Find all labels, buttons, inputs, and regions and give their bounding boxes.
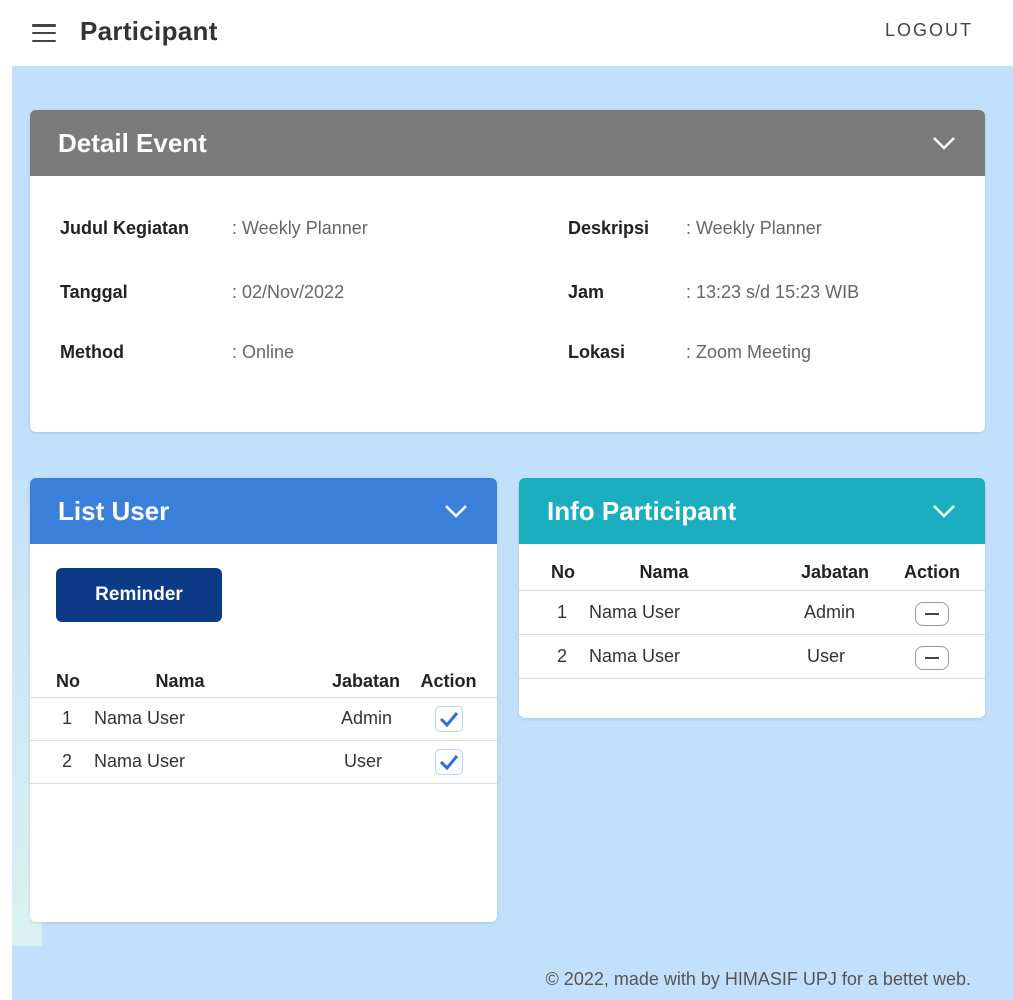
page-title: Participant [80, 16, 218, 46]
info-participant-header[interactable]: Info Participant [519, 478, 985, 544]
field-label-deskripsi: Deskripsi [568, 218, 650, 238]
field-label-method: Method [60, 342, 124, 362]
cell-no: 1 [519, 589, 579, 634]
list-user-header[interactable]: List User [30, 478, 497, 544]
cell-nama: Nama User [579, 589, 749, 634]
info-participant-card: Info Participant No Nama Jabatan Action … [519, 478, 985, 718]
info-participant-table: No Nama Jabatan Action 1 Nama User Admin… [519, 556, 985, 679]
minus-icon [925, 656, 939, 659]
field-label-jam: Jam [568, 282, 605, 302]
column-header-jabatan: Jabatan [331, 671, 400, 692]
footer-text: © 2022, made with by HIMASIF UPJ for a b… [545, 969, 971, 989]
list-user-table: No Nama Jabatan Action 1 Nama User Admin [30, 663, 497, 784]
field-label-judul-kegiatan: Judul Kegiatan [60, 218, 190, 238]
cell-jabatan: User [749, 633, 879, 679]
checkmark-icon [439, 754, 458, 770]
hamburger-menu-icon[interactable] [32, 24, 56, 42]
field-value-deskripsi: : Weekly Planner [686, 218, 822, 238]
cell-jabatan: User [270, 739, 400, 784]
remove-button[interactable] [915, 645, 949, 670]
cell-jabatan: Admin [749, 589, 879, 634]
field-label-lokasi: Lokasi [568, 342, 626, 362]
table-row: 2 Nama User User [519, 633, 985, 679]
field-value-judul-kegiatan: : Weekly Planner [232, 218, 368, 238]
info-participant-title: Info Participant [547, 495, 737, 526]
column-header-nama: Nama [155, 671, 205, 692]
minus-icon [925, 612, 939, 615]
table-header-row: No Nama Jabatan Action [30, 663, 497, 697]
column-header-nama: Nama [639, 562, 689, 583]
field-value-jam: : 13:23 s/d 15:23 WIB [686, 282, 860, 302]
remove-button[interactable] [915, 601, 949, 626]
chevron-down-icon[interactable] [443, 498, 469, 524]
column-header-action: Action [420, 671, 477, 692]
cell-nama: Nama User [90, 696, 270, 740]
cell-no: 2 [30, 739, 90, 784]
logout-button[interactable]: LOGOUT [885, 20, 973, 41]
chevron-down-icon[interactable] [931, 130, 957, 156]
column-header-jabatan: Jabatan [800, 562, 869, 583]
reminder-button[interactable]: Reminder [56, 568, 222, 622]
list-user-title: List User [58, 495, 170, 526]
column-header-action: Action [904, 562, 960, 583]
cell-jabatan: Admin [270, 696, 400, 740]
list-user-card: List User Reminder No Nama Jabatan Actio… [30, 478, 497, 922]
detail-event-card: Detail Event Judul Kegiatan : Weekly Pla… [30, 110, 985, 432]
checkbox-checked[interactable] [434, 705, 463, 732]
field-value-tanggal: : 02/Nov/2022 [232, 282, 345, 302]
cell-no: 2 [519, 633, 579, 679]
table-row: 2 Nama User User [30, 739, 497, 784]
checkmark-icon [439, 711, 458, 727]
detail-event-header[interactable]: Detail Event [30, 110, 985, 176]
checkbox-checked[interactable] [434, 748, 463, 775]
cell-no: 1 [30, 696, 90, 740]
app-bar: Participant LOGOUT [0, 0, 1013, 66]
detail-event-title: Detail Event [58, 127, 207, 158]
table-row: 1 Nama User Admin [30, 696, 497, 740]
field-value-method: : Online [232, 342, 295, 362]
detail-event-body: Judul Kegiatan : Weekly Planner Deskrips… [30, 176, 985, 432]
column-header-no: No [56, 671, 80, 692]
column-header-no: No [551, 562, 575, 583]
main-canvas: Detail Event Judul Kegiatan : Weekly Pla… [12, 66, 1013, 1000]
field-value-lokasi: : Zoom Meeting [686, 342, 812, 362]
chevron-down-icon[interactable] [931, 498, 957, 524]
cell-nama: Nama User [90, 739, 270, 784]
cell-nama: Nama User [579, 633, 749, 679]
table-row: 1 Nama User Admin [519, 589, 985, 634]
field-label-tanggal: Tanggal [60, 282, 128, 302]
table-header-row: No Nama Jabatan Action [519, 556, 985, 590]
